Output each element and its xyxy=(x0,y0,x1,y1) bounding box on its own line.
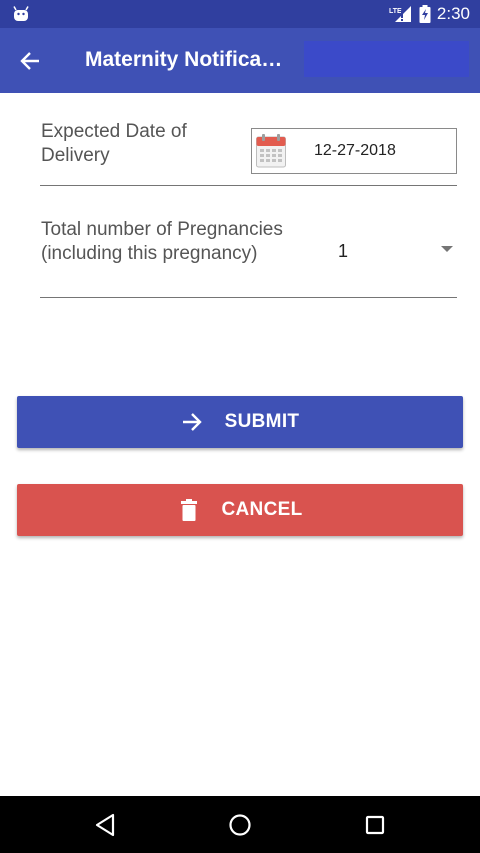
pregnancies-row: Total number of Pregnancies (including t… xyxy=(40,216,457,298)
android-icon xyxy=(13,6,29,21)
nav-recents-button[interactable] xyxy=(360,810,390,840)
arrow-left-icon xyxy=(20,52,39,70)
app-bar: Maternity Notifica… xyxy=(0,28,480,93)
calendar-icon xyxy=(256,134,286,168)
nav-back-button[interactable] xyxy=(90,810,120,840)
pregnancies-spinner-value[interactable]: 1 xyxy=(338,241,348,262)
dropdown-arrow-icon[interactable] xyxy=(441,246,453,252)
cancel-button[interactable]: CANCEL xyxy=(17,484,463,536)
pregnancies-label: Total number of Pregnancies (including t… xyxy=(41,219,283,264)
arrow-right-icon xyxy=(182,413,202,431)
lte-signal-icon: LTE xyxy=(389,6,411,22)
home-circle-icon xyxy=(229,814,251,836)
back-button[interactable] xyxy=(14,46,46,76)
recents-square-icon xyxy=(365,815,385,835)
system-nav-bar xyxy=(0,796,480,853)
edd-date-field[interactable]: 12-27-2018 xyxy=(251,128,457,174)
submit-button[interactable]: SUBMIT xyxy=(17,396,463,448)
status-bar: LTE 2:30 xyxy=(0,0,480,28)
edd-row: Expected Date of Delivery 12-27-2018 xyxy=(40,118,457,186)
nav-home-button[interactable] xyxy=(225,810,255,840)
svg-text:LTE: LTE xyxy=(389,8,402,15)
back-triangle-icon xyxy=(95,813,115,837)
battery-icon xyxy=(419,5,431,23)
cancel-button-label: CANCEL xyxy=(221,499,303,520)
edd-date-value: 12-27-2018 xyxy=(314,142,396,159)
app-bar-action-area[interactable] xyxy=(304,41,469,77)
page-title: Maternity Notifica… xyxy=(85,48,283,71)
edd-label: Expected Date of Delivery xyxy=(41,121,187,166)
trash-icon xyxy=(180,499,197,521)
submit-button-label: SUBMIT xyxy=(224,411,300,432)
status-time: 2:30 xyxy=(436,4,470,23)
